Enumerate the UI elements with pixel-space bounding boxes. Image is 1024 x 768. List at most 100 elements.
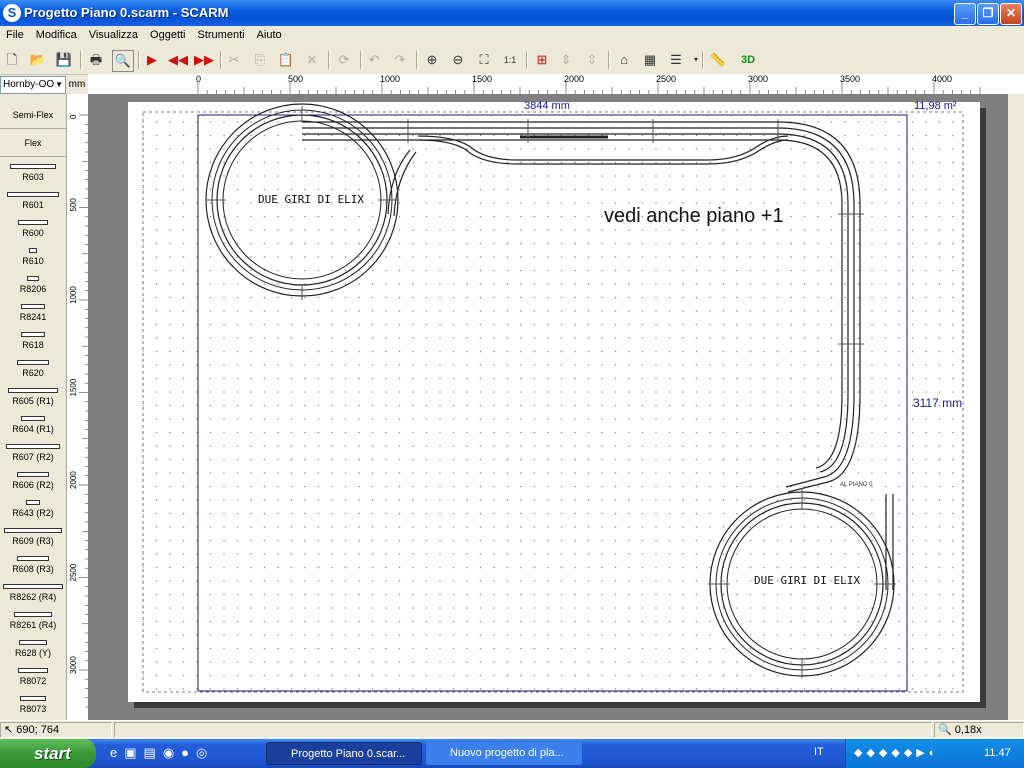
palette-item[interactable]: R620 xyxy=(0,354,66,382)
tunnel-icon[interactable]: ▦ xyxy=(640,50,660,70)
menu-modifica[interactable]: Modifica xyxy=(30,26,83,41)
flip-icon[interactable]: ⇳ xyxy=(582,50,602,70)
show-desktop-icon[interactable]: ▣ xyxy=(124,745,143,760)
track-piece-symbol xyxy=(6,444,60,449)
language-indicator[interactable]: IT xyxy=(814,746,824,758)
browser-icon[interactable]: ● xyxy=(181,745,196,760)
palette-item[interactable]: R8072 xyxy=(0,662,66,690)
track-piece-symbol xyxy=(18,220,48,225)
palette-item-label: R610 xyxy=(22,256,44,266)
new-file-icon[interactable]: 🗋 xyxy=(2,50,22,70)
palette-item-label: R604 (R1) xyxy=(12,424,54,434)
palette-item[interactable]: R628 (Y) xyxy=(0,634,66,662)
palette-item[interactable]: R608 (R3) xyxy=(0,550,66,578)
palette-item[interactable]: R610 xyxy=(0,242,66,270)
area-label: 11,98 m² xyxy=(914,100,957,112)
app-quick-icon[interactable]: ◎ xyxy=(196,745,214,760)
palette-item-label: R606 (R2) xyxy=(12,480,54,490)
palette-item[interactable]: R605 (R1) xyxy=(0,382,66,410)
palette-item[interactable]: R8261 (R4) xyxy=(0,606,66,634)
palette-item[interactable]: R8241 xyxy=(0,298,66,326)
copy-icon[interactable]: ⎘ xyxy=(250,50,270,70)
zoom-in-icon[interactable]: ⊕ xyxy=(422,50,442,70)
measure-icon[interactable]: 📏 xyxy=(708,50,728,70)
quick-launch[interactable]: e▣▤◉●◎ xyxy=(110,745,214,761)
palette-item[interactable]: R8206 xyxy=(0,270,66,298)
palette-item-label: R618 xyxy=(22,340,44,350)
palette-item[interactable]: R606 (R2) xyxy=(0,466,66,494)
track-piece-symbol xyxy=(7,192,59,197)
folder-icon[interactable]: ▤ xyxy=(144,745,163,760)
app-icon[interactable]: S xyxy=(3,4,21,22)
undo-icon[interactable]: ↶ xyxy=(364,50,384,70)
task-new-project[interactable]: Nuovo progetto di pla... xyxy=(426,742,582,765)
zoom-1-1-icon[interactable]: 1:1 xyxy=(500,50,520,70)
menu-oggetti[interactable]: Oggetti xyxy=(144,26,191,41)
track-piece-symbol xyxy=(26,500,40,505)
play-icon[interactable]: ▶ xyxy=(142,50,162,70)
paste-icon[interactable]: 📋 xyxy=(276,50,296,70)
3d-view-icon[interactable]: 3D xyxy=(738,50,758,70)
rewind-icon[interactable]: ◀◀ xyxy=(168,50,188,70)
vertical-scrollbar[interactable] xyxy=(1008,94,1024,720)
menu-file[interactable]: File xyxy=(0,26,30,41)
zoom-out-icon[interactable]: ⊖ xyxy=(448,50,468,70)
track-ends-icon[interactable]: ⊞ xyxy=(532,50,552,70)
flex-button[interactable]: Flex xyxy=(0,130,66,157)
status-message xyxy=(114,722,932,738)
media-icon[interactable]: ◉ xyxy=(163,745,181,760)
vruler-label: 2000 xyxy=(69,471,78,489)
palette-item[interactable]: R604 (R1) xyxy=(0,410,66,438)
zoom-value: 0,18x xyxy=(954,724,982,736)
track-piece-symbol xyxy=(29,248,37,253)
hruler-label: 0 xyxy=(196,74,201,84)
align-icon[interactable]: ⇕ xyxy=(556,50,576,70)
forward-icon[interactable]: ▶▶ xyxy=(194,50,214,70)
library-select-value: Hornby-OO xyxy=(3,79,55,90)
vruler-label: 0 xyxy=(69,114,78,119)
bridge-icon[interactable]: ⌂ xyxy=(614,50,634,70)
hruler-label: 2500 xyxy=(656,74,676,84)
rotate-icon[interactable]: ⟳ xyxy=(334,50,354,70)
layout-drawing[interactable]: 3844 mm 11,98 m² 3117 mm DUE GIRI DI ELI… xyxy=(88,94,1008,720)
menu-strumenti[interactable]: Strumenti xyxy=(192,26,251,41)
ie-icon[interactable]: e xyxy=(110,745,124,760)
palette-item[interactable]: R609 (R3) xyxy=(0,522,66,550)
close-button[interactable]: ✕ xyxy=(1000,3,1022,25)
palette-item-label: R8072 xyxy=(19,676,47,686)
palette-item[interactable]: R8073 xyxy=(0,690,66,718)
palette-item[interactable]: R618 xyxy=(0,326,66,354)
print-icon[interactable]: 🖶 xyxy=(86,50,106,70)
vertical-ruler: 0 500 1000 1500 2000 2500 3000 xyxy=(66,94,89,720)
palette-item[interactable]: R600 xyxy=(0,214,66,242)
redo-icon[interactable]: ↷ xyxy=(390,50,410,70)
palette-item[interactable]: R607 (R2) xyxy=(0,438,66,466)
print-preview-icon[interactable]: 🔍 xyxy=(112,50,134,72)
vruler-label: 3000 xyxy=(69,656,78,674)
menu-aiuto[interactable]: Aiuto xyxy=(251,26,288,41)
layers-icon[interactable]: ☰ xyxy=(666,50,686,70)
cut-icon[interactable]: ✂ xyxy=(224,50,244,70)
palette-item[interactable]: R603 xyxy=(0,158,66,186)
palette-item[interactable]: R8262 (R4) xyxy=(0,578,66,606)
delete-icon[interactable]: ✕ xyxy=(302,50,322,70)
palette-item[interactable]: R601 xyxy=(0,186,66,214)
open-folder-icon[interactable]: 📂 xyxy=(28,50,48,70)
semi-flex-button[interactable]: Semi-Flex xyxy=(0,102,66,129)
task-scarm[interactable]: Progetto Piano 0.scar... xyxy=(266,742,422,765)
system-tray: ◆◆◆◆◆▶◐ 11.47 xyxy=(845,739,1024,768)
palette-item[interactable]: R643 (R2) xyxy=(0,494,66,522)
tray-icons[interactable]: ◆◆◆◆◆▶◐ xyxy=(854,746,939,759)
maximize-button[interactable]: ❐ xyxy=(977,3,999,25)
track-piece-symbol xyxy=(19,640,47,645)
library-select[interactable]: Hornby-OO ▼ xyxy=(0,76,66,94)
unit-label: mm xyxy=(68,79,86,90)
minimize-button[interactable]: _ xyxy=(954,3,976,25)
track-palette: Semi-Flex Flex R603 R601 R600 R610 R8206 R824… xyxy=(0,102,67,720)
helix-label-2: DUE GIRI DI ELIX xyxy=(754,574,860,587)
save-icon[interactable]: 💾 xyxy=(54,50,74,70)
layout-canvas[interactable]: 3844 mm 11,98 m² 3117 mm DUE GIRI DI ELI… xyxy=(88,94,1024,720)
start-button[interactable]: start xyxy=(0,739,96,768)
zoom-fit-icon[interactable]: ⛶ xyxy=(474,50,494,70)
menu-visualizza[interactable]: Visualizza xyxy=(83,26,144,41)
